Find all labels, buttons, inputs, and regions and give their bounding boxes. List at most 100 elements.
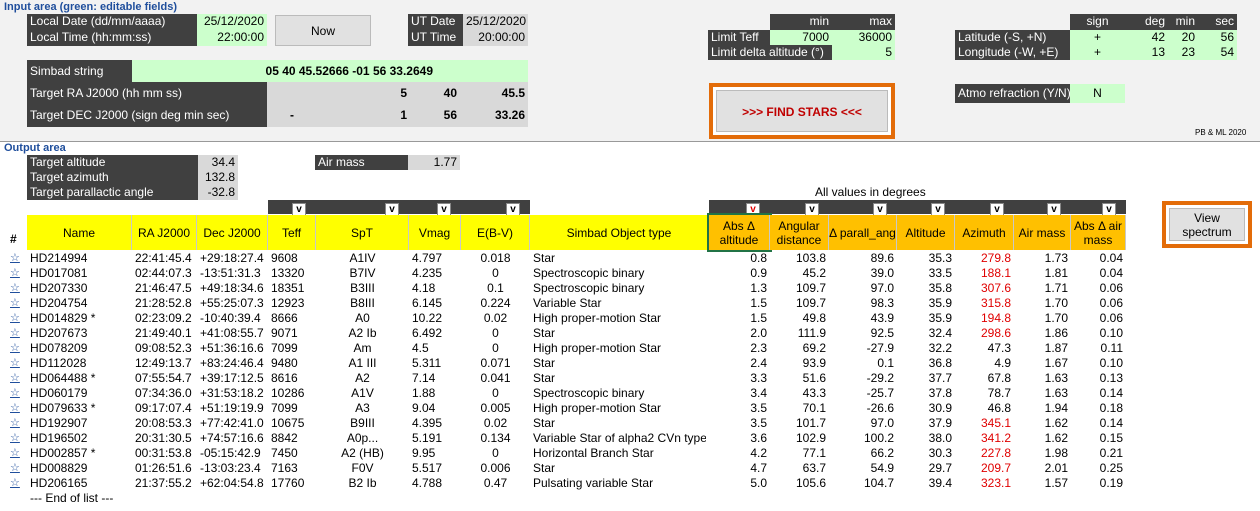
column-header-spt[interactable]: SpT bbox=[316, 215, 409, 250]
cell-name[interactable]: HD008829 bbox=[30, 461, 129, 476]
cell-az: 345.1 bbox=[980, 416, 1011, 430]
favorite-star-icon[interactable]: ☆ bbox=[10, 461, 20, 476]
column-header-absair[interactable]: Abs Δ air mass bbox=[1071, 215, 1126, 250]
column-header-airmass[interactable]: Air mass bbox=[1014, 215, 1071, 250]
filter-dropdown-teff[interactable]: v bbox=[292, 201, 306, 217]
column-header-dpar[interactable]: Δ parall_ang bbox=[829, 215, 897, 250]
favorite-star-icon[interactable]: ☆ bbox=[10, 326, 20, 341]
favorite-star-icon[interactable]: ☆ bbox=[10, 251, 20, 266]
cell-ebv: 0 bbox=[492, 326, 499, 340]
cell-name[interactable]: HD014829 * bbox=[30, 311, 129, 326]
teff-min-field[interactable]: 7000 bbox=[770, 30, 832, 45]
column-header-ebv[interactable]: E(B-V) bbox=[461, 215, 530, 250]
column-header-alt[interactable]: Altitude bbox=[897, 215, 955, 250]
atmo-refraction-label: Atmo refraction (Y/N) bbox=[955, 84, 1070, 103]
latitude-sign-field[interactable]: + bbox=[1070, 30, 1125, 45]
cell-name[interactable]: HD206165 bbox=[30, 476, 129, 491]
filter-dropdown-az[interactable]: v bbox=[990, 201, 1004, 217]
filter-dropdown-airmass[interactable]: v bbox=[1047, 201, 1061, 217]
favorite-star-icon[interactable]: ☆ bbox=[10, 311, 20, 326]
view-spectrum-button[interactable]: View spectrum bbox=[1169, 208, 1245, 241]
cell-name[interactable]: HD207330 bbox=[30, 281, 129, 296]
longitude-deg-field[interactable]: 13 bbox=[1125, 45, 1168, 60]
cell-name[interactable]: HD017081 bbox=[30, 266, 129, 281]
filter-dropdown-angdist[interactable]: v bbox=[805, 201, 819, 217]
favorite-star-icon[interactable]: ☆ bbox=[10, 341, 20, 356]
find-stars-button[interactable]: >>> FIND STARS <<< bbox=[716, 90, 888, 132]
cell-name[interactable]: HD064488 * bbox=[30, 371, 129, 386]
cell-ra: 09:17:07.4 bbox=[135, 401, 192, 415]
filter-dropdown-alt[interactable]: v bbox=[931, 201, 945, 217]
favorite-star-icon[interactable]: ☆ bbox=[10, 476, 20, 491]
cell-angdist: 51.6 bbox=[802, 371, 826, 385]
filter-dropdown-absair[interactable]: v bbox=[1102, 201, 1116, 217]
column-header-angdist[interactable]: Angular distance bbox=[770, 215, 829, 250]
cell-angdist: 111.9 bbox=[797, 326, 826, 340]
latitude-min-field[interactable]: 20 bbox=[1168, 30, 1198, 45]
favorite-star-icon[interactable]: ☆ bbox=[10, 356, 20, 371]
column-header-otype[interactable]: Simbad Object type bbox=[530, 215, 709, 250]
filter-dropdown-spt[interactable]: v bbox=[385, 201, 399, 217]
cell-alt: 35.3 bbox=[928, 251, 952, 265]
filter-dropdown-ebv[interactable]: v bbox=[506, 201, 520, 217]
cell-name[interactable]: HD196502 bbox=[30, 431, 129, 446]
column-header-az[interactable]: Azimuth bbox=[955, 215, 1014, 250]
column-header-teff[interactable]: Teff bbox=[268, 215, 316, 250]
favorite-star-icon[interactable]: ☆ bbox=[10, 416, 20, 431]
longitude-sec-field[interactable]: 54 bbox=[1198, 45, 1237, 60]
cell-dpar: 97.0 bbox=[870, 281, 894, 295]
cell-dec: +55:25:07.3 bbox=[200, 296, 264, 310]
cell-name[interactable]: HD002857 * bbox=[30, 446, 129, 461]
cell-ra: 07:55:54.7 bbox=[135, 371, 192, 385]
favorite-star-icon[interactable]: ☆ bbox=[10, 281, 20, 296]
favorite-star-icon[interactable]: ☆ bbox=[10, 431, 20, 446]
longitude-sign-field[interactable]: + bbox=[1070, 45, 1125, 60]
cell-az: 315.8 bbox=[980, 296, 1011, 310]
favorite-star-icon[interactable]: ☆ bbox=[10, 446, 20, 461]
cell-vmag: 4.235 bbox=[412, 266, 443, 280]
delta-altitude-field[interactable]: 5 bbox=[832, 45, 895, 60]
filter-dropdown-absalt[interactable]: v bbox=[746, 201, 760, 217]
cell-name[interactable]: HD207673 bbox=[30, 326, 129, 341]
column-header-name[interactable]: Name bbox=[27, 215, 132, 250]
table-row: ☆ HD017081 02:44:07.3 -13:51:31.3 13320 B7IV 4… bbox=[0, 266, 1130, 281]
favorite-star-icon[interactable]: ☆ bbox=[10, 266, 20, 281]
cell-angdist: 49.8 bbox=[802, 311, 826, 325]
atmo-refraction-field[interactable]: N bbox=[1070, 84, 1125, 103]
column-header-absalt[interactable]: Abs Δ altitude bbox=[707, 213, 772, 252]
output-area-title: Output area bbox=[4, 142, 66, 154]
cell-name[interactable]: HD192907 bbox=[30, 416, 129, 431]
column-header-dec[interactable]: Dec J2000 bbox=[197, 215, 268, 250]
teff-max-field[interactable]: 36000 bbox=[832, 30, 895, 45]
column-header-vmag[interactable]: Vmag bbox=[409, 215, 461, 250]
simbad-field[interactable]: 05 40 45.52666 -01 56 33.2649 bbox=[132, 60, 528, 82]
longitude-min-field[interactable]: 23 bbox=[1168, 45, 1198, 60]
now-button[interactable]: Now bbox=[275, 15, 371, 46]
filter-dropdown-vmag[interactable]: v bbox=[437, 201, 451, 217]
local-date-field[interactable]: 25/12/2020 bbox=[197, 14, 267, 30]
cell-name[interactable]: HD079633 * bbox=[30, 401, 129, 416]
cell-name[interactable]: HD060179 bbox=[30, 386, 129, 401]
cell-ebv: 0.018 bbox=[480, 251, 511, 265]
latitude-deg-field[interactable]: 42 bbox=[1125, 30, 1168, 45]
favorite-star-icon[interactable]: ☆ bbox=[10, 296, 20, 311]
cell-name[interactable]: HD214994 bbox=[30, 251, 129, 266]
filter-dropdown-dpar[interactable]: v bbox=[873, 201, 887, 217]
cell-dpar: 66.2 bbox=[870, 446, 894, 460]
latitude-sec-field[interactable]: 56 bbox=[1198, 30, 1237, 45]
cell-name[interactable]: HD112028 bbox=[30, 356, 129, 371]
cell-name[interactable]: HD078209 bbox=[30, 341, 129, 356]
local-time-field[interactable]: 22:00:00 bbox=[197, 30, 267, 46]
favorite-star-icon[interactable]: ☆ bbox=[10, 401, 20, 416]
cell-absalt: 4.7 bbox=[750, 461, 767, 475]
cell-angdist: 109.7 bbox=[795, 281, 826, 295]
favorite-star-icon[interactable]: ☆ bbox=[10, 371, 20, 386]
cell-ra: 21:37:55.2 bbox=[135, 476, 192, 490]
cell-dec: +83:24:46.4 bbox=[200, 356, 264, 370]
cell-ra: 21:49:40.1 bbox=[135, 326, 192, 340]
cell-name[interactable]: HD204754 bbox=[30, 296, 129, 311]
column-header-ra[interactable]: RA J2000 bbox=[132, 215, 197, 250]
favorite-star-icon[interactable]: ☆ bbox=[10, 386, 20, 401]
cell-dpar: 100.2 bbox=[863, 431, 894, 445]
local-time-label: Local Time (hh:mm:ss) bbox=[27, 30, 197, 46]
